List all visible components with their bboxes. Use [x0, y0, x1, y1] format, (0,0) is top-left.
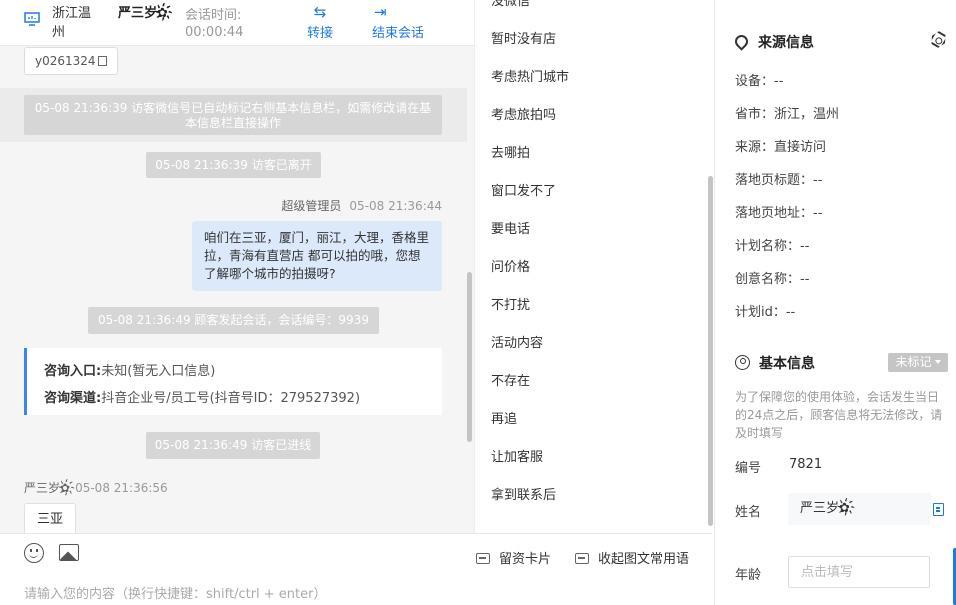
customer-id-value: 7821 [789, 457, 823, 472]
customer-name-label: 姓名 [735, 505, 762, 520]
user-circle-icon [735, 355, 750, 370]
quick-reply-item[interactable]: 去哪拍 [491, 142, 530, 161]
lead-card-button[interactable]: 留资卡片 [476, 548, 551, 567]
emoji-icon[interactable] [24, 543, 44, 563]
system-message: 05-08 21:36:39 访客微信号已自动标记右侧基本信息栏，如需修改请在基… [24, 95, 442, 135]
source-origin: 来源：直接访问 [735, 140, 827, 155]
customer-info-panel: 来源信息 设备：-- 省市：浙江，温州 来源：直接访问 落地页标题：-- 落地页… [714, 0, 956, 605]
source-landing-url: 落地页地址：-- [735, 206, 823, 221]
agent-message-time: 05-08 21:36:44 [349, 199, 442, 213]
mark-status-dropdown[interactable]: 未标记 [888, 353, 948, 372]
system-message: 05-08 21:36:39 访客已离开 [146, 152, 321, 178]
transfer-label: 转接 [306, 26, 333, 41]
quick-reply-list: 没微信 暂时没有店 考虑热门城市 考虑旅拍吗 去哪拍 窗口发不了 要电话 问价格… [474, 0, 714, 533]
quick-reply-item[interactable]: 没微信 [491, 0, 530, 9]
customer-message-time: 05-08 21:36:56 [75, 481, 168, 495]
agent-message-bubble: 咱们在三亚，厦门，丽江，大理，香格里拉，青海有直营店 都可以拍的哦，您想了解哪个… [192, 221, 442, 291]
message-input[interactable]: 请输入您的内容（换行快捷键：shift/ctrl + enter） [24, 583, 327, 602]
source-creative-name: 创意名称：-- [735, 272, 810, 287]
quick-reply-item[interactable]: 暂时没有店 [491, 28, 556, 47]
agent-name: 超级管理员 [281, 199, 342, 213]
channel-row: 咨询渠道:抖音企业号/员工号(抖音号ID：279527392) [44, 385, 442, 412]
source-device: 设备：-- [735, 74, 784, 89]
basic-info-title: 基本信息 [735, 353, 815, 373]
session-time-label: 会话时间: [185, 8, 242, 23]
entry-row: 咨询入口:未知(暂无入口信息) [44, 358, 442, 385]
source-plan-name: 计划名称：-- [735, 239, 810, 254]
system-message: 05-08 21:36:49 访客已进线 [146, 432, 320, 459]
quick-reply-item[interactable]: 要电话 [491, 218, 530, 237]
customer-message-meta: 严三岁✿҉05-08 21:36:56 [24, 479, 168, 496]
message-card-icon [476, 553, 490, 564]
quick-reply-item[interactable]: 考虑热门城市 [491, 66, 569, 85]
quick-reply-item[interactable]: 让加客服 [491, 446, 543, 465]
transfer-arrows-icon: ⇆ [313, 3, 327, 21]
chat-panel: 浙江温州 严三岁✿҉ 会话时间: 00:00:44 ⇆ 转接 ⇥ 结束会话 y0… [0, 0, 474, 605]
quick-reply-item[interactable]: 考虑旅拍吗 [491, 104, 556, 123]
quick-reply-scrollbar[interactable] [708, 176, 713, 526]
customer-age-label: 年龄 [735, 568, 762, 583]
entry-value: 未知(暂无入口信息) [101, 364, 216, 379]
collapse-phrases-label: 收起图文常用语 [598, 552, 690, 567]
visitor-id-text: y0261324 [35, 54, 96, 68]
source-info-title: 来源信息 [732, 32, 814, 52]
location-pin-icon [732, 32, 751, 51]
quick-reply-item[interactable]: 不存在 [491, 370, 530, 389]
channel-label: 咨询渠道: [44, 391, 102, 406]
chat-scrollbar[interactable] [467, 272, 472, 442]
quick-reply-item[interactable]: 活动内容 [491, 332, 543, 351]
collapse-phrases-button[interactable]: 收起图文常用语 [575, 548, 689, 567]
exit-icon: ⇥ [374, 3, 387, 21]
quick-reply-item[interactable]: 窗口发不了 [491, 180, 556, 199]
agent-message-meta: 超级管理员 05-08 21:36:44 [281, 197, 442, 214]
customer-name: 严三岁✿҉ [24, 481, 76, 495]
visitor-name: 严三岁✿҉ [118, 6, 174, 21]
edit-deadline-note: 为了保障您的使用体验，会话发生当日的24点之后，顾客信息将无法修改，请及时填写 [735, 390, 943, 440]
customer-age-input[interactable] [788, 556, 930, 588]
source-landing-title: 落地页标题：-- [735, 173, 823, 188]
lead-card-label: 留资卡片 [499, 552, 552, 567]
entry-label: 咨询入口: [44, 364, 102, 379]
message-composer: 留资卡片 收起图文常用语 请输入您的内容（换行快捷键：shift/ctrl + … [0, 533, 712, 605]
customer-id-label: 编号 [735, 461, 762, 476]
quick-reply-item[interactable]: 拿到联系后 [491, 484, 556, 503]
customer-message-bubble: 三亚 [24, 503, 76, 535]
end-session-button[interactable]: ⇥ 结束会话 [370, 2, 436, 41]
source-plan-id: 计划id：-- [735, 305, 796, 320]
visitor-id-tag[interactable]: y0261324 [24, 47, 118, 75]
copy-icon[interactable] [97, 56, 107, 66]
quick-reply-item[interactable]: 不打扰 [491, 294, 530, 313]
document-icon[interactable] [933, 503, 944, 516]
customer-name-field[interactable]: 严三岁✿҉ [788, 493, 931, 525]
visitor-location: 浙江温州 [52, 6, 92, 40]
image-icon[interactable] [59, 544, 79, 561]
settings-icon[interactable] [928, 29, 948, 49]
message-card-icon [575, 553, 589, 564]
quick-reply-item[interactable]: 问价格 [491, 256, 530, 275]
transfer-button[interactable]: ⇆ 转接 [300, 2, 340, 41]
source-region: 省市：浙江，温州 [735, 107, 840, 122]
chat-header: 浙江温州 严三岁✿҉ 会话时间: 00:00:44 ⇆ 转接 ⇥ 结束会话 [0, 0, 474, 46]
quick-reply-item[interactable]: 再追 [491, 408, 517, 427]
end-session-label: 结束会话 [372, 26, 425, 41]
channel-value: 抖音企业号/员工号(抖音号ID：279527392) [101, 391, 361, 406]
system-message: 05-08 21:36:49 顾客发起会话，会话编号：9939 [88, 307, 379, 334]
monitor-icon [24, 12, 40, 26]
entry-info-card: 咨询入口:未知(暂无入口信息) 咨询渠道:抖音企业号/员工号(抖音号ID：279… [24, 348, 442, 415]
session-time-value: 00:00:44 [185, 25, 244, 40]
